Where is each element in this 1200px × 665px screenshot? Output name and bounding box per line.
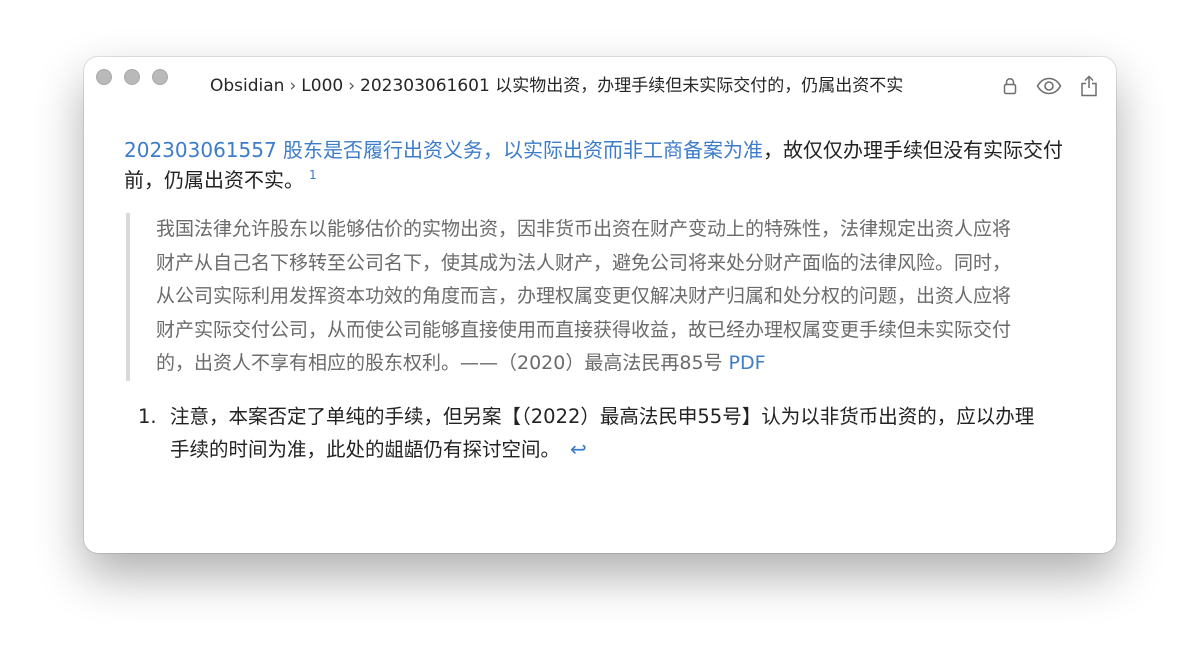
lock-icon[interactable]	[1000, 74, 1020, 98]
breadcrumb: Obsidian › L000 › 202303061601 以实物出资，办理手续但未实…	[210, 74, 986, 98]
pdf-link[interactable]: PDF	[729, 352, 766, 374]
eye-icon[interactable]	[1034, 74, 1064, 98]
blockquote: 我国法律允许股东以能够估价的实物出资，因非货币出资在财产变动上的特殊性，法律规定…	[126, 213, 1028, 381]
close-window-button[interactable]	[96, 69, 112, 85]
footnote-item: 1. 注意，本案否定了单纯的手续，但另案【（2022）最高法民申55号】认为以非…	[138, 401, 1064, 466]
internal-link[interactable]: 202303061557 股东是否履行出资义务，以实际出资而非工商备案为准	[124, 138, 763, 162]
note-content: 202303061557 股东是否履行出资义务，以实际出资而非工商备案为准，故仅…	[124, 135, 1064, 466]
breadcrumb-item-note[interactable]: 202303061601 以实物出资，办理手续但未实际交付的，仍属出资不实	[360, 76, 903, 96]
breadcrumb-item-vault[interactable]: Obsidian	[210, 76, 284, 96]
title-bar: Obsidian › L000 › 202303061601 以实物出资，办理手续但未实…	[84, 57, 1116, 113]
footnote-backref-link[interactable]: ↩	[570, 437, 587, 461]
minimize-window-button[interactable]	[124, 69, 140, 85]
note-paragraph: 202303061557 股东是否履行出资义务，以实际出资而非工商备案为准，故仅…	[124, 135, 1064, 195]
breadcrumb-separator: ›	[348, 76, 356, 96]
footnotes-section: 1. 注意，本案否定了单纯的手续，但另案【（2022）最高法民申55号】认为以非…	[124, 401, 1064, 466]
breadcrumb-item-folder[interactable]: L000	[301, 76, 343, 96]
quote-text: 我国法律允许股东以能够估价的实物出资，因非货币出资在财产变动上的特殊性，法律规定…	[156, 218, 1012, 374]
share-icon[interactable]	[1078, 74, 1100, 98]
breadcrumb-separator: ›	[289, 76, 297, 96]
footnote-reference[interactable]: 1	[309, 168, 317, 182]
footnote-text: 注意，本案否定了单纯的手续，但另案【（2022）最高法民申55号】认为以非货币出…	[170, 404, 1035, 461]
footnote-number: 1.	[138, 404, 157, 428]
note-window: Obsidian › L000 › 202303061601 以实物出资，办理手续但未实…	[84, 57, 1116, 553]
maximize-window-button[interactable]	[152, 69, 168, 85]
footnote-text-block: 注意，本案否定了单纯的手续，但另案【（2022）最高法民申55号】认为以非货币出…	[170, 401, 1040, 466]
